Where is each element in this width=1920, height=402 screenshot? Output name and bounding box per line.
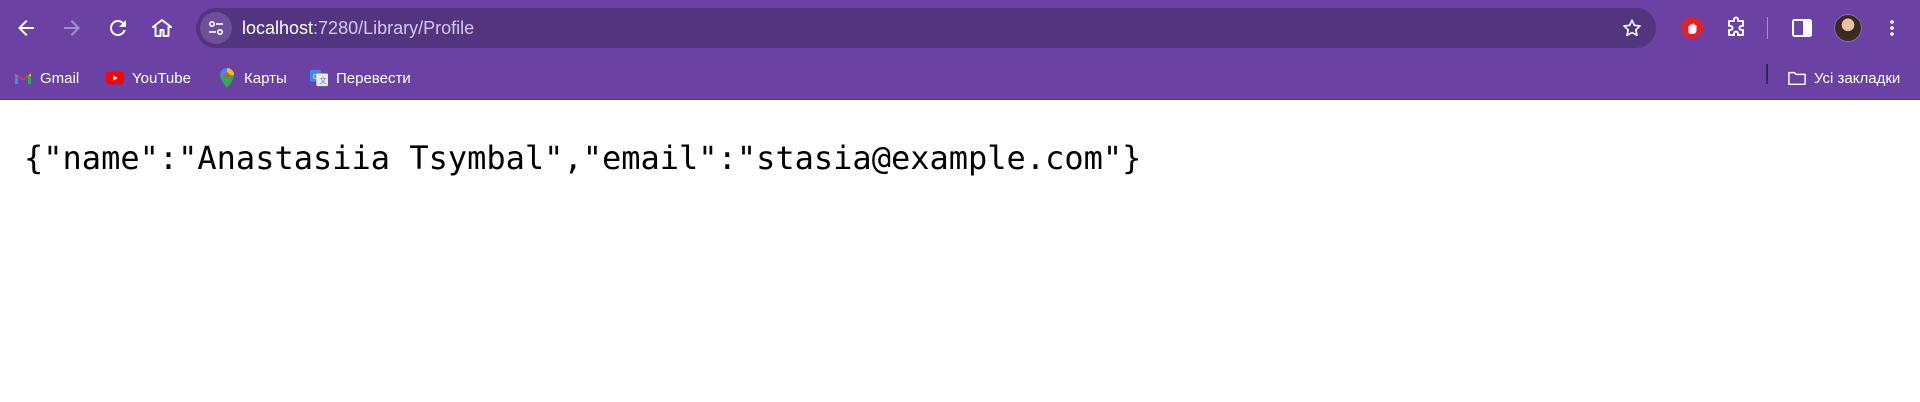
bookmarks-separator [1766,64,1768,84]
more-vert-icon [1890,20,1894,36]
site-info-button[interactable] [200,12,232,44]
bookmark-label: Gmail [40,69,80,87]
arrow-left-icon [18,20,34,36]
extensions-menu-button[interactable] [1720,12,1752,44]
all-bookmarks-label: Усі закладки [1814,69,1901,87]
browser-toolbar: localhost:7280/Library/Profile [0,0,1920,56]
maps-icon [218,68,236,88]
bookmark-star-button[interactable] [1618,14,1646,42]
tune-icon [208,20,224,36]
bookmark-gmail[interactable]: Gmail [14,66,79,90]
gmail-icon [14,69,32,87]
chrome-menu-button[interactable] [1876,12,1908,44]
profile-avatar[interactable] [1834,14,1862,42]
side-panel-icon [1792,19,1812,37]
url-host: localhost [242,18,314,38]
extension-button[interactable] [1676,12,1708,44]
puzzle-icon [1728,16,1744,36]
svg-text:G: G [313,72,319,81]
bookmark-youtube[interactable]: YouTube [106,66,191,90]
back-button[interactable] [6,8,46,48]
url-text[interactable]: localhost:7280/Library/Profile [242,18,474,38]
side-panel-button[interactable] [1786,12,1818,44]
bookmark-maps[interactable]: Карты [218,66,287,90]
star-icon [1623,19,1641,37]
all-bookmarks-button[interactable]: Усі закладки [1788,66,1900,90]
url-path: :7280/Library/Profile [313,18,475,38]
forward-button[interactable] [52,8,92,48]
arrow-right-icon [64,20,80,36]
bookmark-translate[interactable]: G文 Перевести [310,66,411,90]
folder-icon [1788,69,1806,87]
json-response-text: {"name":"Anastasiia Tsymbal","email":"st… [24,139,1142,177]
reload-icon [109,19,126,36]
address-bar[interactable]: localhost:7280/Library/Profile [196,8,1656,48]
home-button[interactable] [142,8,182,48]
home-icon [152,19,172,37]
reload-button[interactable] [98,8,138,48]
youtube-icon [106,69,124,87]
bookmark-label: Перевести [336,69,411,87]
stop-hand-icon [1681,17,1703,39]
bookmark-label: Карты [244,69,287,87]
svg-text:文: 文 [319,76,326,85]
toolbar-separator [1767,17,1768,39]
bookmark-label: YouTube [132,69,191,87]
bookmarks-bar: Gmail YouTube Карты G文 Перевести Усі зак… [0,56,1920,100]
translate-icon: G文 [310,69,328,87]
